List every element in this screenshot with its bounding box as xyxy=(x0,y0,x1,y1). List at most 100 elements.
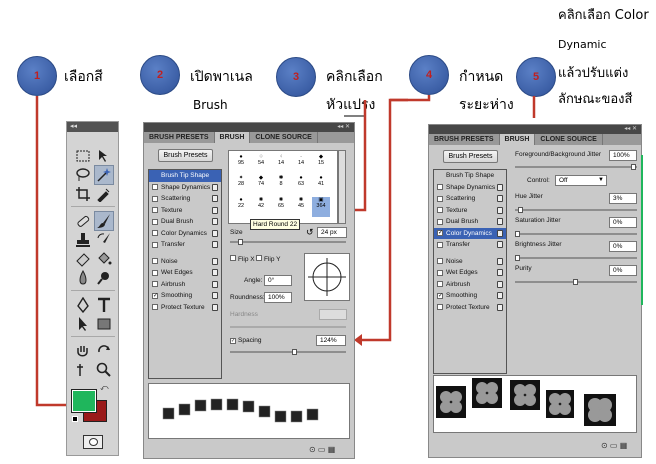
lock-icon[interactable] xyxy=(212,206,218,214)
brush-presets-button[interactable]: Brush Presets xyxy=(158,149,213,162)
brush-icon[interactable] xyxy=(94,211,114,231)
panel-footer-icons[interactable]: ⊙ ▭ ▦ xyxy=(601,441,627,450)
brightness-jitter-slider[interactable] xyxy=(515,255,637,261)
history-brush-icon[interactable] xyxy=(94,230,114,250)
lock-icon[interactable] xyxy=(212,195,218,202)
angle-preview-widget[interactable] xyxy=(304,253,350,301)
option-scattering[interactable]: Scattering xyxy=(434,193,506,205)
spacing-checkbox[interactable]: ✓ xyxy=(230,338,236,344)
brush-tip[interactable]: ◆ 15 xyxy=(312,154,330,174)
brush-tip-selected[interactable]: ▣ 364 xyxy=(312,197,330,217)
lock-icon[interactable] xyxy=(497,229,503,237)
size-slider[interactable] xyxy=(230,239,346,245)
hand-icon[interactable] xyxy=(73,341,93,361)
option-smoothing[interactable]: ✓ Smoothing xyxy=(434,290,506,302)
saturation-jitter-slider[interactable] xyxy=(515,231,637,237)
checkbox[interactable] xyxy=(437,184,443,190)
checkbox[interactable] xyxy=(152,207,158,213)
magic-wand-icon[interactable] xyxy=(94,165,114,185)
checkbox[interactable] xyxy=(152,258,158,264)
path-select-icon[interactable] xyxy=(73,314,93,334)
eraser-icon[interactable] xyxy=(73,249,93,269)
brush-tip[interactable]: ● 41 xyxy=(312,175,330,195)
lock-icon[interactable] xyxy=(212,280,218,288)
option-dual-brush[interactable]: Dual Brush xyxy=(149,216,221,228)
brush-tip[interactable]: ● 22 xyxy=(232,197,250,217)
lock-icon[interactable] xyxy=(212,303,218,311)
checkbox-checked[interactable]: ✓ xyxy=(437,230,443,236)
lock-icon[interactable] xyxy=(497,241,503,248)
brush-tip[interactable]: ● 63 xyxy=(292,175,310,195)
spacing-input[interactable]: 124% xyxy=(316,335,346,346)
checkbox[interactable] xyxy=(437,195,443,202)
option-transfer[interactable]: Transfer xyxy=(434,239,506,251)
option-texture[interactable]: Texture xyxy=(434,205,506,217)
checkbox-checked[interactable]: ✓ xyxy=(437,292,443,299)
checkbox[interactable] xyxy=(152,281,158,287)
stamp-icon[interactable] xyxy=(73,230,93,250)
option-texture[interactable]: Texture xyxy=(149,205,221,217)
lock-icon[interactable] xyxy=(497,218,503,225)
zoom2-icon[interactable] xyxy=(94,360,114,380)
lasso-icon[interactable] xyxy=(73,165,93,185)
option-shape-dynamics[interactable]: Shape Dynamics xyxy=(434,182,506,194)
option-airbrush[interactable]: Airbrush xyxy=(149,279,221,291)
checkbox[interactable] xyxy=(437,281,443,287)
lock-icon[interactable] xyxy=(212,292,218,299)
saturation-jitter-input[interactable]: 0% xyxy=(609,217,637,228)
purity-input[interactable]: 0% xyxy=(609,265,637,276)
tab-brush-presets[interactable]: BRUSH PRESETS xyxy=(144,132,215,143)
checkbox-checked[interactable]: ✓ xyxy=(152,292,158,299)
pen-icon[interactable] xyxy=(73,295,93,315)
control-dropdown[interactable]: Off ▼ xyxy=(555,175,607,186)
shape-icon[interactable] xyxy=(94,314,114,334)
healing-icon[interactable] xyxy=(73,211,93,231)
type-icon[interactable] xyxy=(94,295,114,315)
grid-scrollbar[interactable] xyxy=(338,150,346,224)
panel-collapse-icon[interactable]: ◂◂ ✕ xyxy=(429,125,641,134)
lock-icon[interactable] xyxy=(497,195,503,202)
option-dual-brush[interactable]: Dual Brush xyxy=(434,216,506,228)
flip-y-option[interactable]: Flip Y xyxy=(256,255,281,263)
hue-jitter-input[interactable]: 3% xyxy=(609,193,637,204)
lock-icon[interactable] xyxy=(497,206,503,214)
dodge-icon[interactable] xyxy=(94,268,114,288)
checkbox[interactable] xyxy=(437,207,443,213)
reset-size-icon[interactable]: ↺ xyxy=(306,227,314,238)
brightness-jitter-input[interactable]: 0% xyxy=(609,241,637,252)
option-scattering[interactable]: Scattering xyxy=(149,193,221,205)
option-smoothing[interactable]: ✓ Smoothing xyxy=(149,290,221,302)
crop-icon[interactable] xyxy=(73,184,93,204)
option-protect-texture[interactable]: Protect Texture xyxy=(434,302,506,314)
brush-tip[interactable]: ✺ 65 xyxy=(272,197,290,217)
lock-icon[interactable] xyxy=(212,257,218,265)
slider-thumb[interactable] xyxy=(631,164,636,170)
brush-tip[interactable]: ⁖ 14 xyxy=(272,154,290,174)
checkbox[interactable] xyxy=(152,230,158,236)
brush-tip[interactable]: ◆ 74 xyxy=(252,175,270,195)
checkbox[interactable] xyxy=(437,241,443,248)
checkbox[interactable] xyxy=(230,255,236,261)
lock-icon[interactable] xyxy=(212,241,218,248)
slider-thumb[interactable] xyxy=(518,207,523,213)
tab-brush[interactable]: BRUSH xyxy=(214,132,251,143)
hue-jitter-slider[interactable] xyxy=(515,207,637,213)
move-icon[interactable] xyxy=(94,146,114,166)
brush-tip[interactable]: ● 95 xyxy=(232,154,250,174)
slider-thumb[interactable] xyxy=(515,255,520,261)
checkbox[interactable] xyxy=(152,218,158,225)
brush-tip[interactable]: ✱ 8 xyxy=(272,175,290,195)
option-transfer[interactable]: Transfer xyxy=(149,239,221,251)
option-shape-dynamics[interactable]: Shape Dynamics xyxy=(149,182,221,194)
lock-icon[interactable] xyxy=(212,183,218,191)
flip-x-option[interactable]: Flip X xyxy=(230,255,255,263)
checkbox[interactable] xyxy=(437,218,443,225)
roundness-input[interactable]: 100% xyxy=(264,292,292,303)
checkbox[interactable] xyxy=(152,304,158,310)
lock-icon[interactable] xyxy=(497,303,503,311)
angle-input[interactable]: 0° xyxy=(264,275,292,286)
checkbox[interactable] xyxy=(437,258,443,264)
foreground-color-swatch[interactable] xyxy=(71,389,97,413)
eyedropper-icon[interactable] xyxy=(94,184,114,204)
tab-clone-source[interactable]: CLONE SOURCE xyxy=(250,132,318,143)
